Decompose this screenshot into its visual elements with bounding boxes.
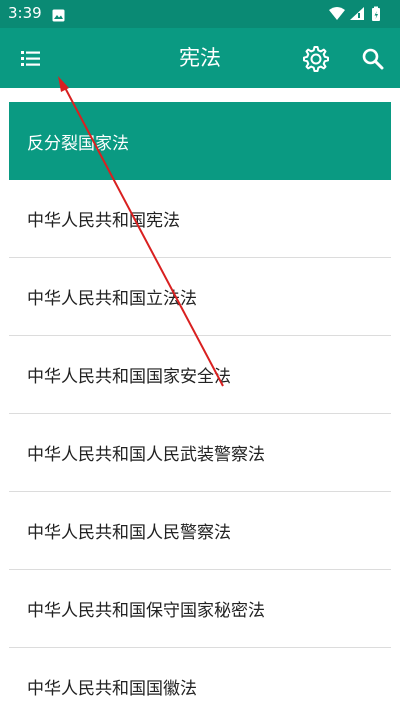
status-time: 3:39 (8, 4, 42, 22)
app-screen: 3:39 宪法 反分裂国家法 中华人民共和国宪法 中华人民共和国立法法 中华人民… (0, 0, 400, 711)
list-item-label: 中华人民共和国立法法 (27, 289, 197, 309)
search-icon (362, 48, 384, 70)
law-list: 反分裂国家法 中华人民共和国宪法 中华人民共和国立法法 中华人民共和国国家安全法… (9, 102, 391, 711)
list-item[interactable]: 中华人民共和国人民警察法 (9, 492, 391, 570)
list-item[interactable]: 中华人民共和国人民武装警察法 (9, 414, 391, 492)
list-item[interactable]: 中华人民共和国国徽法 (9, 648, 391, 711)
list-item-label: 中华人民共和国国家安全法 (27, 367, 231, 387)
page-title: 宪法 (179, 46, 221, 70)
list-item-label: 中华人民共和国国徽法 (27, 679, 197, 699)
list-item-label: 中华人民共和国保守国家秘密法 (27, 601, 265, 621)
battery-icon (372, 6, 380, 21)
list-item-selected[interactable]: 反分裂国家法 (9, 102, 391, 180)
signal-icon (350, 7, 364, 20)
list-item-label: 中华人民共和国宪法 (27, 211, 180, 231)
wifi-icon (329, 7, 345, 20)
settings-button[interactable] (296, 40, 334, 78)
gear-icon (303, 46, 329, 72)
app-bar: 宪法 (0, 28, 400, 88)
image-icon (52, 7, 65, 22)
list-item-label: 反分裂国家法 (27, 133, 129, 154)
list-item[interactable]: 中华人民共和国保守国家秘密法 (9, 570, 391, 648)
list-item[interactable]: 中华人民共和国立法法 (9, 258, 391, 336)
status-bar: 3:39 (0, 0, 400, 28)
list-item[interactable]: 中华人民共和国宪法 (9, 180, 391, 258)
list-item-label: 中华人民共和国人民武装警察法 (27, 445, 265, 465)
search-button[interactable] (354, 40, 392, 78)
list-item[interactable]: 中华人民共和国国家安全法 (9, 336, 391, 414)
list-item-label: 中华人民共和国人民警察法 (27, 523, 231, 543)
status-icons (328, 5, 390, 23)
